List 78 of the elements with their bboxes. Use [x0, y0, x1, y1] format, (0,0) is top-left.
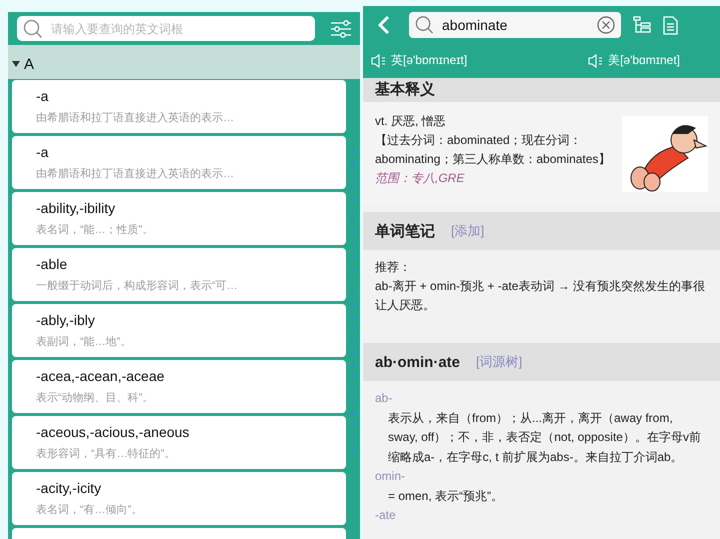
speaker-icon	[588, 54, 604, 68]
index-letter[interactable]: G	[350, 216, 356, 228]
root-gloss: 由希腊语和拉丁语直接进入英语的表示…	[36, 110, 235, 125]
index-letter[interactable]: M	[350, 288, 356, 300]
section-title: 单词笔记	[375, 222, 435, 240]
list-item[interactable]: -a 由希腊语和拉丁语直接进入英语的表示…	[12, 136, 346, 189]
pronunciation-button[interactable]: 英[ə'bɒmɪneɪt]	[371, 52, 468, 69]
index-letter[interactable]: J	[351, 252, 355, 264]
index-letter[interactable]: P	[350, 324, 356, 336]
root-term: -ably,-ibly	[36, 312, 96, 328]
section-header[interactable]: A	[8, 45, 360, 79]
index-letter[interactable]: Z	[350, 442, 356, 455]
back-icon[interactable]	[377, 15, 391, 35]
section-letter: A	[24, 56, 34, 72]
list-item[interactable]: -able 一般缀于动词后，构成形容词，表示“可…	[12, 248, 346, 301]
index-letter[interactable]: T	[350, 371, 356, 384]
root-label: omin-	[375, 468, 406, 485]
search-field[interactable]: abominate	[409, 12, 621, 38]
index-letter[interactable]: C	[350, 168, 356, 181]
section-title: 基本释义	[375, 80, 435, 99]
root-gloss: 由希腊语和拉丁语直接进入英语的表示…	[36, 166, 235, 181]
root-term: -acity,-icity	[36, 480, 102, 496]
index-letter[interactable]: I	[352, 240, 354, 252]
root-gloss: 一般缀于动词后，构成形容词，表示“可…	[36, 278, 239, 293]
search-field[interactable]: 请输入要查询的英文词根	[17, 16, 315, 41]
index-letter[interactable]: X	[350, 418, 356, 431]
list-item[interactable]: -aceous,-acious,-aneous 表形容词，“具有…特征的”。	[12, 416, 346, 469]
index-letter[interactable]: S	[350, 359, 356, 372]
index-letter[interactable]: K	[350, 264, 356, 276]
root-term: -ability,-ibility	[36, 200, 116, 216]
index-letter[interactable]: N	[350, 300, 356, 312]
index-letter[interactable]: L	[350, 276, 356, 288]
root-meaning: 表示从，来自（from）；从...离开，离开（away from, sway, off）；不，非，表否定（not, opposite）。在字母v前缩略成a-，在字母c, t 前扩展为abs-。来自拉丁介词ab。	[387, 410, 702, 466]
index-letter[interactable]: R	[350, 347, 356, 360]
speaker-icon	[371, 54, 387, 68]
word-forms-text: 【过去分词：abominated；现在分词：abominating；第三人称单数：abominates】	[375, 132, 612, 168]
note-text: ab-离开 + omin-预兆 + -ate表动词 → 没有预兆突然发生的事很让人厌恶。	[375, 278, 706, 314]
root-term: -aceous,-acious,-aneous	[36, 424, 190, 440]
root-gloss: 表形容词，“具有…特征的”。	[36, 446, 176, 461]
index-letter[interactable]: Y	[350, 430, 356, 443]
index-letter[interactable]: A	[350, 145, 356, 157]
root-term: -a	[36, 144, 50, 160]
root-label: ab-	[375, 390, 394, 407]
list-item[interactable]: -acity,-icity 表名词，“有…倾向”。	[12, 472, 346, 525]
clear-icon[interactable]	[597, 16, 615, 34]
index-letter[interactable]: H	[350, 228, 356, 240]
root-term: -acea,-acean,-aceae	[36, 368, 166, 384]
add-link[interactable]: [添加]	[451, 222, 484, 240]
etymology-tree-link[interactable]: [词源树]	[476, 353, 522, 371]
scope-text: 范围：专八,GRE	[375, 170, 466, 187]
document-icon[interactable]	[663, 16, 679, 34]
pronunciation-button[interactable]: 美[ə'bɑmɪnet]	[588, 52, 680, 69]
root-gloss: 表名词，“有…倾向”。	[36, 503, 144, 517]
index-letter[interactable]: B	[350, 156, 356, 169]
root-term: -a	[36, 88, 50, 104]
list-item[interactable]: -ability,-ibility 表名词，“能…；性质”。	[12, 192, 346, 245]
index-letter[interactable]: D	[350, 180, 356, 193]
filter-icon[interactable]	[331, 20, 351, 38]
index-letter[interactable]: E	[350, 192, 356, 205]
definition-text: vt. 厌恶, 憎恶	[375, 113, 447, 130]
root-term: -able	[36, 256, 68, 272]
index-letter[interactable]: W	[349, 406, 357, 419]
tree-icon[interactable]	[633, 16, 651, 34]
root-gloss: 表示“动物纲、目、科”。	[36, 391, 154, 405]
index-letter[interactable]: V	[350, 395, 356, 407]
index-letter[interactable]: O	[350, 312, 356, 324]
note-label: 推荐：	[375, 259, 412, 276]
list-item[interactable]: -ably,-ibly 表副词，“能…地”。	[12, 304, 346, 357]
root-gloss: 表副词，“能…地”。	[36, 335, 132, 349]
index-letter[interactable]: Q	[350, 336, 356, 348]
list-item[interactable]: -a 由希腊语和拉丁语直接进入英语的表示…	[12, 80, 346, 133]
root-gloss: 表名词，“能…；性质”。	[36, 223, 154, 237]
root-label: -ate	[375, 507, 397, 524]
word-syllables: ab·omin·ate	[375, 354, 460, 370]
index-letter[interactable]: F	[350, 204, 356, 216]
index-letter[interactable]: U	[350, 383, 356, 396]
list-item[interactable]: -acea,-acean,-aceae 表示“动物纲、目、科”。	[12, 360, 346, 413]
root-meaning: = omen, 表示“预兆”。	[387, 488, 504, 504]
